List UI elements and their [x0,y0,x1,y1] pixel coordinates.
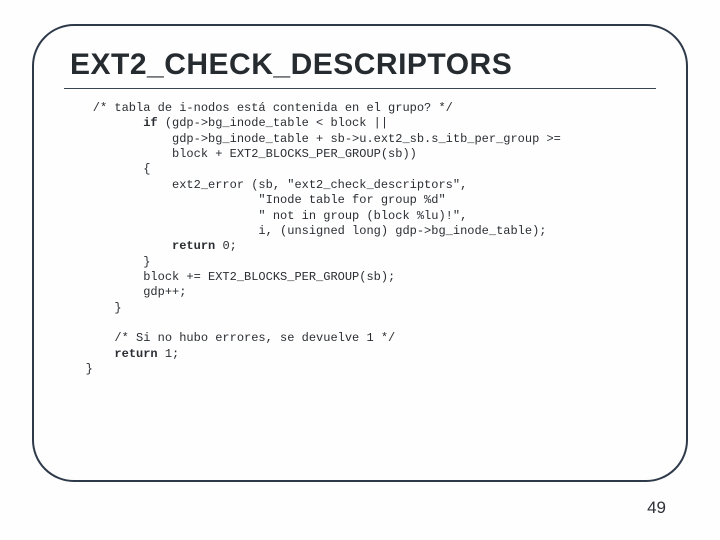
code-line: " not in group (block %lu)!", [64,209,467,223]
code-line: /* Si no hubo errores, se devuelve 1 */ [64,331,395,345]
title-divider [64,88,656,89]
code-line: /* tabla de i-nodos está contenida en el… [64,101,453,115]
slide-title: EXT2_CHECK_DESCRIPTORS [70,48,656,82]
code-line: gdp++; [64,285,186,299]
code-line: 1; [158,347,180,361]
code-block: /* tabla de i-nodos está contenida en el… [64,101,656,377]
page-number: 49 [647,498,666,518]
content-frame: EXT2_CHECK_DESCRIPTORS /* tabla de i-nod… [32,24,688,482]
keyword-if: if [143,116,157,130]
code-line: } [64,362,93,376]
keyword-return: return [172,239,215,253]
code-line: gdp->bg_inode_table + sb->u.ext2_sb.s_it… [64,132,561,146]
code-line: ext2_error (sb, "ext2_check_descriptors"… [64,178,467,192]
code-line: i, (unsigned long) gdp->bg_inode_table); [64,224,546,238]
slide: EXT2_CHECK_DESCRIPTORS /* tabla de i-nod… [0,0,720,540]
code-line: block + EXT2_BLOCKS_PER_GROUP(sb)) [64,147,417,161]
code-line: "Inode table for group %d" [64,193,446,207]
code-line: } [64,301,122,315]
code-line: } [64,255,150,269]
code-line: { [64,162,150,176]
keyword-return: return [114,347,157,361]
code-line: (gdp->bg_inode_table < block || [158,116,388,130]
code-line: 0; [215,239,237,253]
code-line: block += EXT2_BLOCKS_PER_GROUP(sb); [64,270,395,284]
